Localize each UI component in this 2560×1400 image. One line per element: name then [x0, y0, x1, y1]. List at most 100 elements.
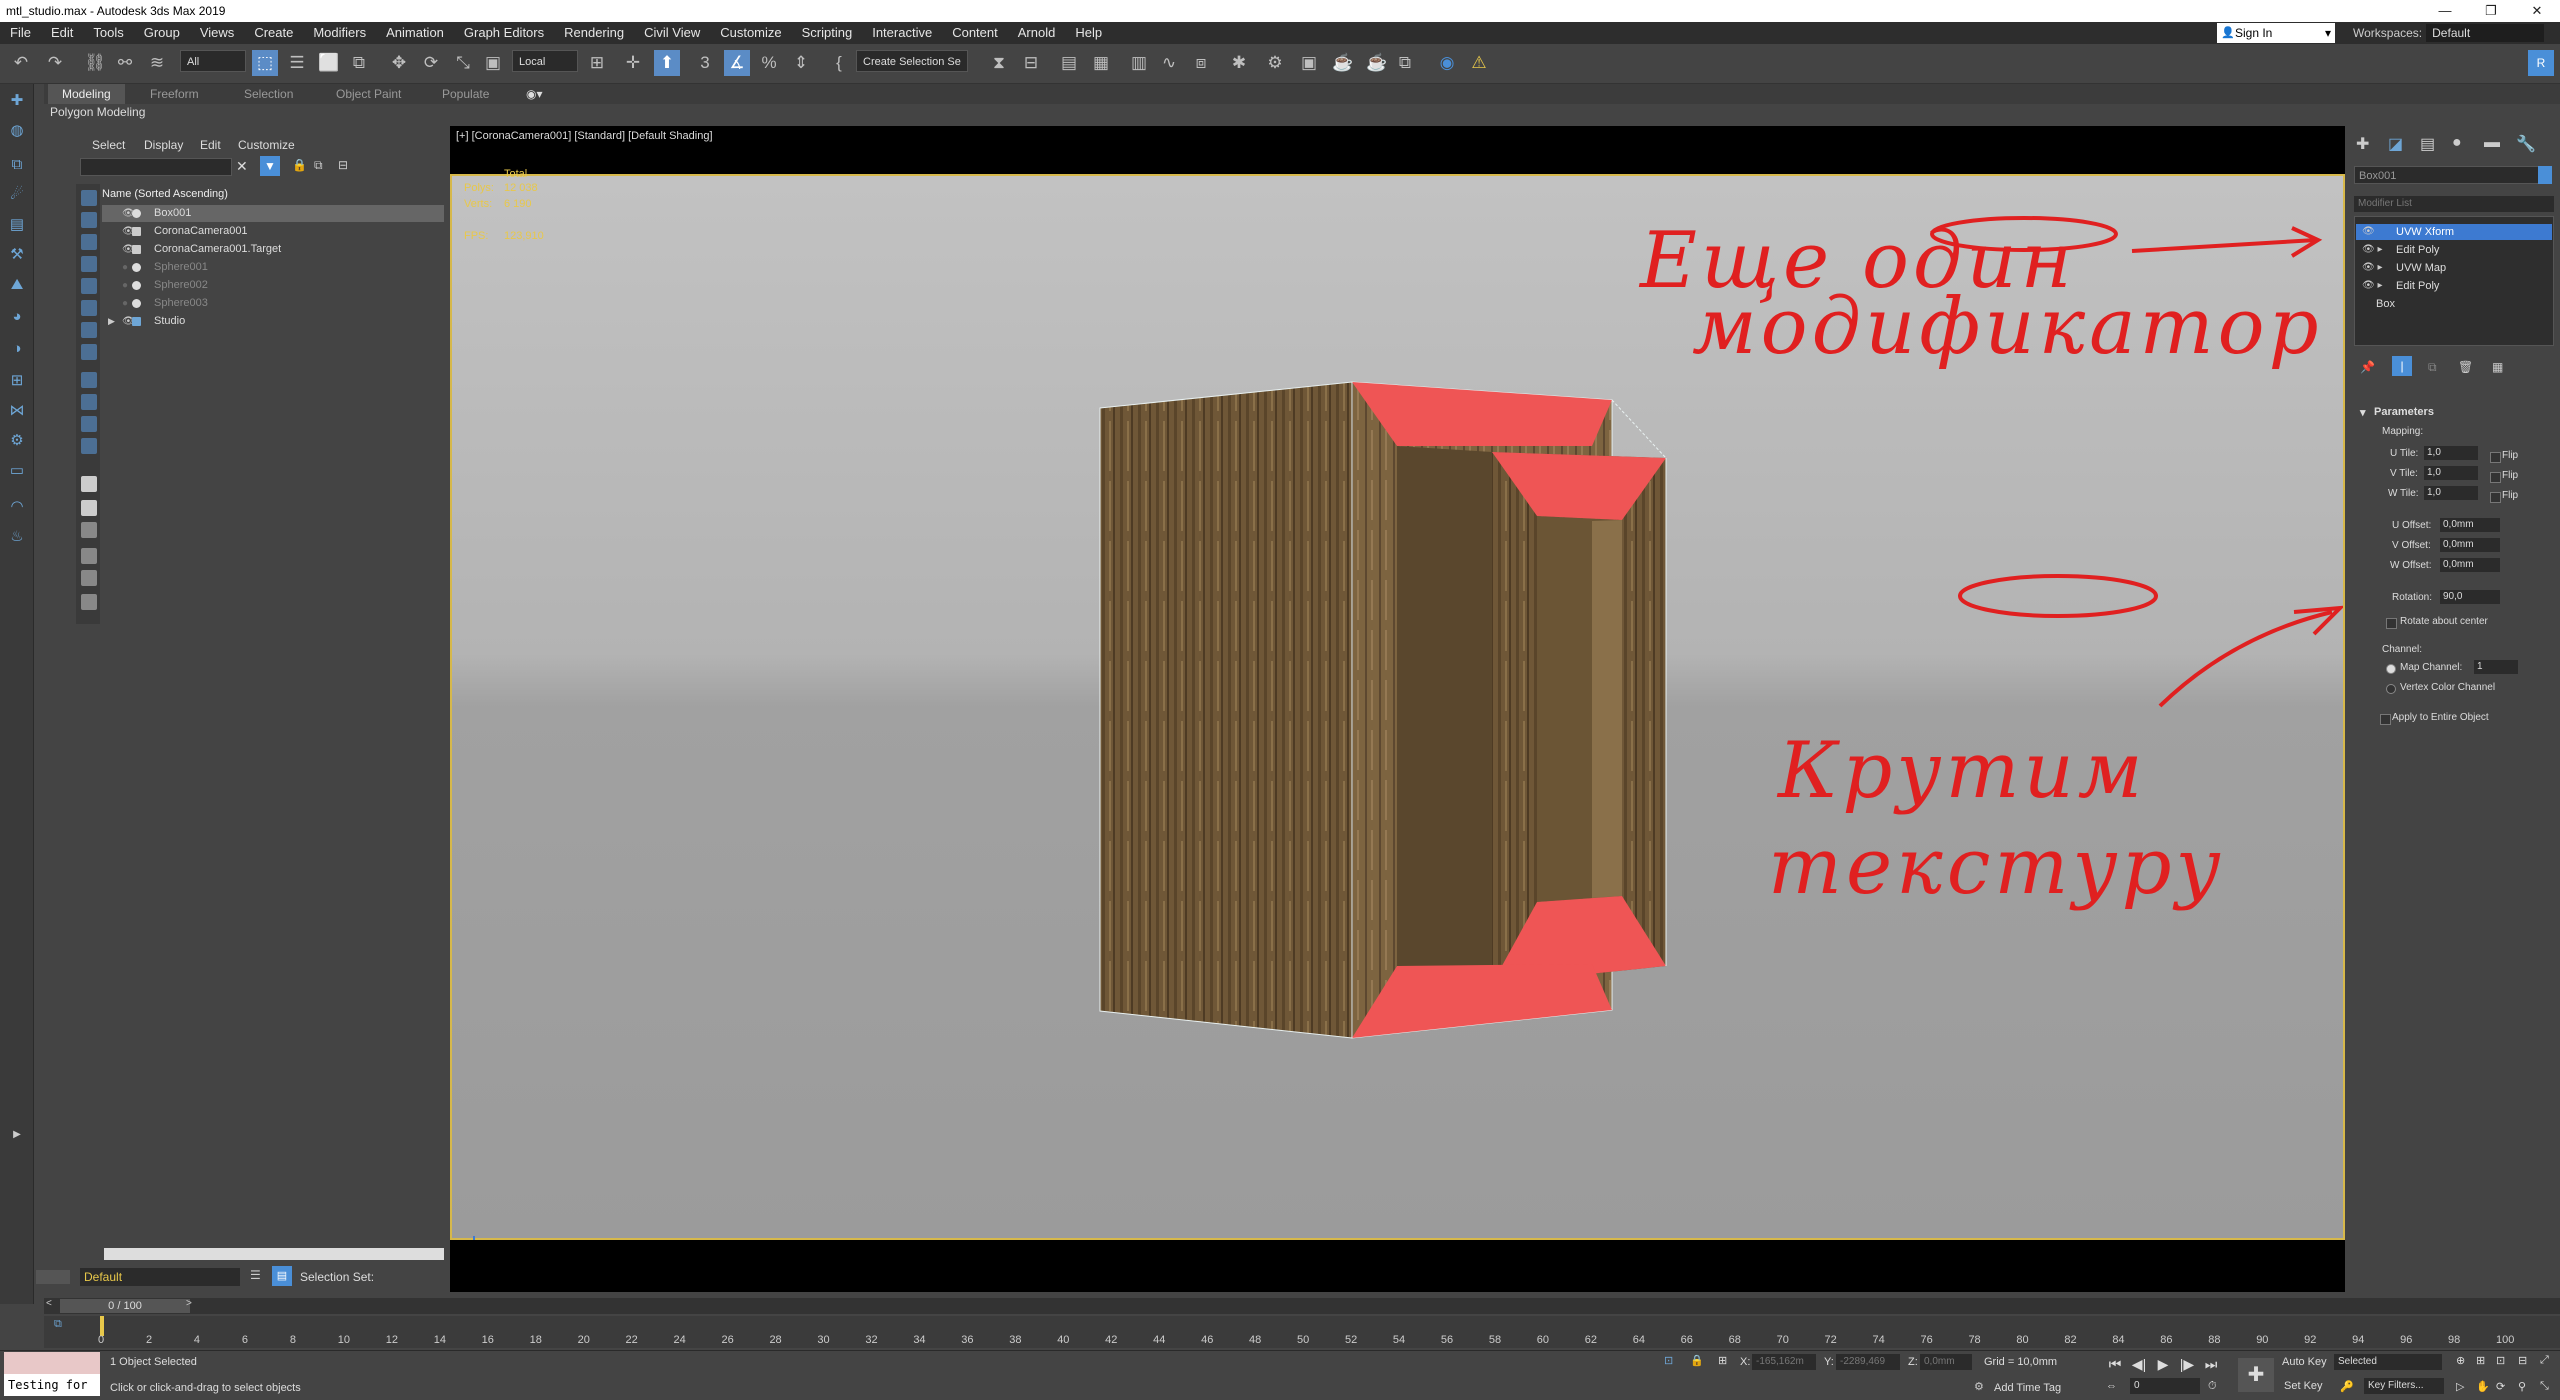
- ribbon-icon[interactable]: ▥: [1126, 50, 1152, 76]
- menu-scripting[interactable]: Scripting: [792, 22, 863, 44]
- menu-rendering[interactable]: Rendering: [554, 22, 634, 44]
- menu-create[interactable]: Create: [244, 22, 303, 44]
- align-icon[interactable]: ⊟: [1018, 50, 1044, 76]
- explorer-row[interactable]: ● Sphere003: [102, 295, 444, 312]
- set-key-button[interactable]: Set Key: [2284, 1380, 2323, 1392]
- funnel-icon[interactable]: [81, 570, 97, 586]
- x-field[interactable]: -165,162m: [1752, 1354, 1816, 1370]
- stack-item-edit-poly-2[interactable]: 👁 ▸ Edit Poly: [2356, 278, 2552, 294]
- layers-icon[interactable]: ▤: [1056, 50, 1082, 76]
- menu-content[interactable]: Content: [942, 22, 1008, 44]
- menu-views[interactable]: Views: [190, 22, 244, 44]
- goto-start-icon[interactable]: ⏮: [2104, 1354, 2126, 1374]
- create-geometry-icon[interactable]: ⛰: [5, 274, 29, 296]
- bind-icon[interactable]: ≋: [144, 50, 170, 76]
- w-tile-spinner[interactable]: 1,0: [2424, 486, 2478, 500]
- goto-end-icon[interactable]: ⏭: [2200, 1354, 2222, 1374]
- display-lights-icon[interactable]: [81, 234, 97, 250]
- display-spacewarps-icon[interactable]: [81, 300, 97, 316]
- hierarchy-tab-icon[interactable]: ▤: [2420, 134, 2435, 154]
- material-editor-icon[interactable]: ✱: [1226, 50, 1252, 76]
- scale-icon[interactable]: ⤡: [450, 50, 476, 76]
- explorer-menu-edit[interactable]: Edit: [200, 138, 221, 152]
- select-icon[interactable]: ⬚: [252, 50, 278, 76]
- remove-modifier-icon[interactable]: 🗑: [2458, 360, 2473, 374]
- pan-icon[interactable]: ✋: [2476, 1380, 2490, 1393]
- eye-hidden-icon[interactable]: ●: [122, 259, 128, 276]
- eye-hidden-icon[interactable]: ●: [122, 277, 128, 294]
- expand-arrow-icon[interactable]: ▶: [5, 1124, 29, 1146]
- rotation-spinner[interactable]: 90,0: [2440, 590, 2500, 604]
- redo-icon[interactable]: ↷: [42, 50, 68, 76]
- keyboard-shortcut-icon[interactable]: ⬆: [654, 50, 680, 76]
- snap-3d-icon[interactable]: 3: [692, 50, 718, 76]
- tab-selection[interactable]: Selection: [230, 84, 307, 104]
- key-icon[interactable]: 🔑: [2340, 1380, 2354, 1393]
- menu-civil-view[interactable]: Civil View: [634, 22, 710, 44]
- sign-in-button[interactable]: Sign In ▾ 👤: [2217, 23, 2335, 43]
- display-geometry-icon[interactable]: [81, 190, 97, 206]
- sphere-icon[interactable]: ◕: [5, 306, 29, 328]
- pin-icon[interactable]: [81, 594, 97, 610]
- hierarchy-sort-icon[interactable]: ⧉: [314, 158, 323, 173]
- ribbon-options-icon[interactable]: ◉▾: [512, 84, 557, 104]
- prev-frame-icon[interactable]: ◀|: [2128, 1354, 2150, 1374]
- zoom-all-icon[interactable]: ⊞: [2476, 1354, 2485, 1367]
- explorer-menu-customize[interactable]: Customize: [238, 138, 295, 152]
- time-slider-handle[interactable]: 0 / 100: [60, 1299, 190, 1313]
- apply-entire-checkbox[interactable]: [2380, 714, 2391, 725]
- make-unique-icon[interactable]: ⧉: [2428, 360, 2437, 375]
- utilities-tab-icon[interactable]: 🔧: [2516, 134, 2536, 154]
- walk-icon[interactable]: ⚲: [2518, 1380, 2526, 1393]
- explorer-row[interactable]: ● Sphere001: [102, 259, 444, 276]
- key-filters-button[interactable]: Key Filters...: [2364, 1378, 2444, 1394]
- tab-freeform[interactable]: Freeform: [136, 84, 213, 104]
- clear-search-icon[interactable]: ✕: [236, 158, 248, 175]
- motion-icon[interactable]: ☄: [5, 184, 29, 206]
- map-channel-spinner[interactable]: 1: [2474, 660, 2518, 674]
- display-helpers-icon[interactable]: [81, 278, 97, 294]
- stack-item-uvw-map[interactable]: 👁 ▸ UVW Map: [2356, 260, 2552, 276]
- show-end-result-icon[interactable]: |: [2392, 356, 2412, 376]
- corona-icon[interactable]: ◉: [1434, 50, 1460, 76]
- display-none-icon[interactable]: [81, 500, 97, 516]
- y-field[interactable]: -2289,469: [1836, 1354, 1900, 1370]
- explorer-row[interactable]: 👁 CoronaCamera001.Target: [102, 241, 444, 258]
- shape-icon[interactable]: ▭: [5, 460, 29, 482]
- u-tile-spinner[interactable]: 1,0: [2424, 446, 2478, 460]
- maxscript-listener-top[interactable]: [4, 1352, 100, 1374]
- modify-icon[interactable]: ◍: [5, 120, 29, 142]
- orbit-icon[interactable]: ⟳: [2496, 1380, 2505, 1393]
- zoom-icon[interactable]: ⊕: [2456, 1354, 2465, 1367]
- explorer-menu-display[interactable]: Display: [144, 138, 183, 152]
- minimize-button[interactable]: —: [2422, 0, 2468, 22]
- add-time-tag[interactable]: Add Time Tag: [1994, 1382, 2061, 1394]
- w-flip-checkbox[interactable]: [2490, 492, 2501, 503]
- maximize-toggle-icon[interactable]: ⤢: [2540, 1354, 2549, 1367]
- eye-hidden-icon[interactable]: ●: [122, 295, 128, 312]
- display-cameras-icon[interactable]: [81, 256, 97, 272]
- light-icon[interactable]: ◠: [5, 496, 29, 518]
- stack-item-uvw-xform[interactable]: 👁 UVW Xform: [2356, 224, 2552, 240]
- modifier-list-select[interactable]: Modifier List: [2354, 196, 2554, 212]
- display-groups-icon[interactable]: [81, 322, 97, 338]
- vertex-color-radio[interactable]: [2386, 684, 2396, 694]
- filter-icon[interactable]: ▼: [260, 156, 280, 176]
- undo-icon[interactable]: ↶: [8, 50, 34, 76]
- explorer-column-header[interactable]: Name (Sorted Ascending): [102, 186, 444, 202]
- u-offset-spinner[interactable]: 0,0mm: [2440, 518, 2500, 532]
- eye-expand-icon[interactable]: 👁 ▸: [2362, 278, 2383, 294]
- render-icon[interactable]: ☕: [1330, 50, 1356, 76]
- workspaces-select[interactable]: Default: [2426, 24, 2545, 42]
- place-icon[interactable]: ▣: [480, 50, 506, 76]
- time-tag-icon[interactable]: ⚙: [1974, 1380, 1984, 1393]
- z-field[interactable]: 0,0mm: [1920, 1354, 1972, 1370]
- modify-tab-icon[interactable]: ◪: [2388, 134, 2403, 154]
- utilities-icon[interactable]: ⚒: [5, 244, 29, 266]
- menu-interactive[interactable]: Interactive: [862, 22, 942, 44]
- eye-expand-icon[interactable]: 👁 ▸: [2362, 242, 2383, 258]
- layer-select[interactable]: Default: [80, 1268, 240, 1286]
- find-icon[interactable]: [81, 548, 97, 564]
- key-mode-icon[interactable]: ⇔: [2106, 1380, 2117, 1392]
- time-slider[interactable]: [44, 1298, 2560, 1314]
